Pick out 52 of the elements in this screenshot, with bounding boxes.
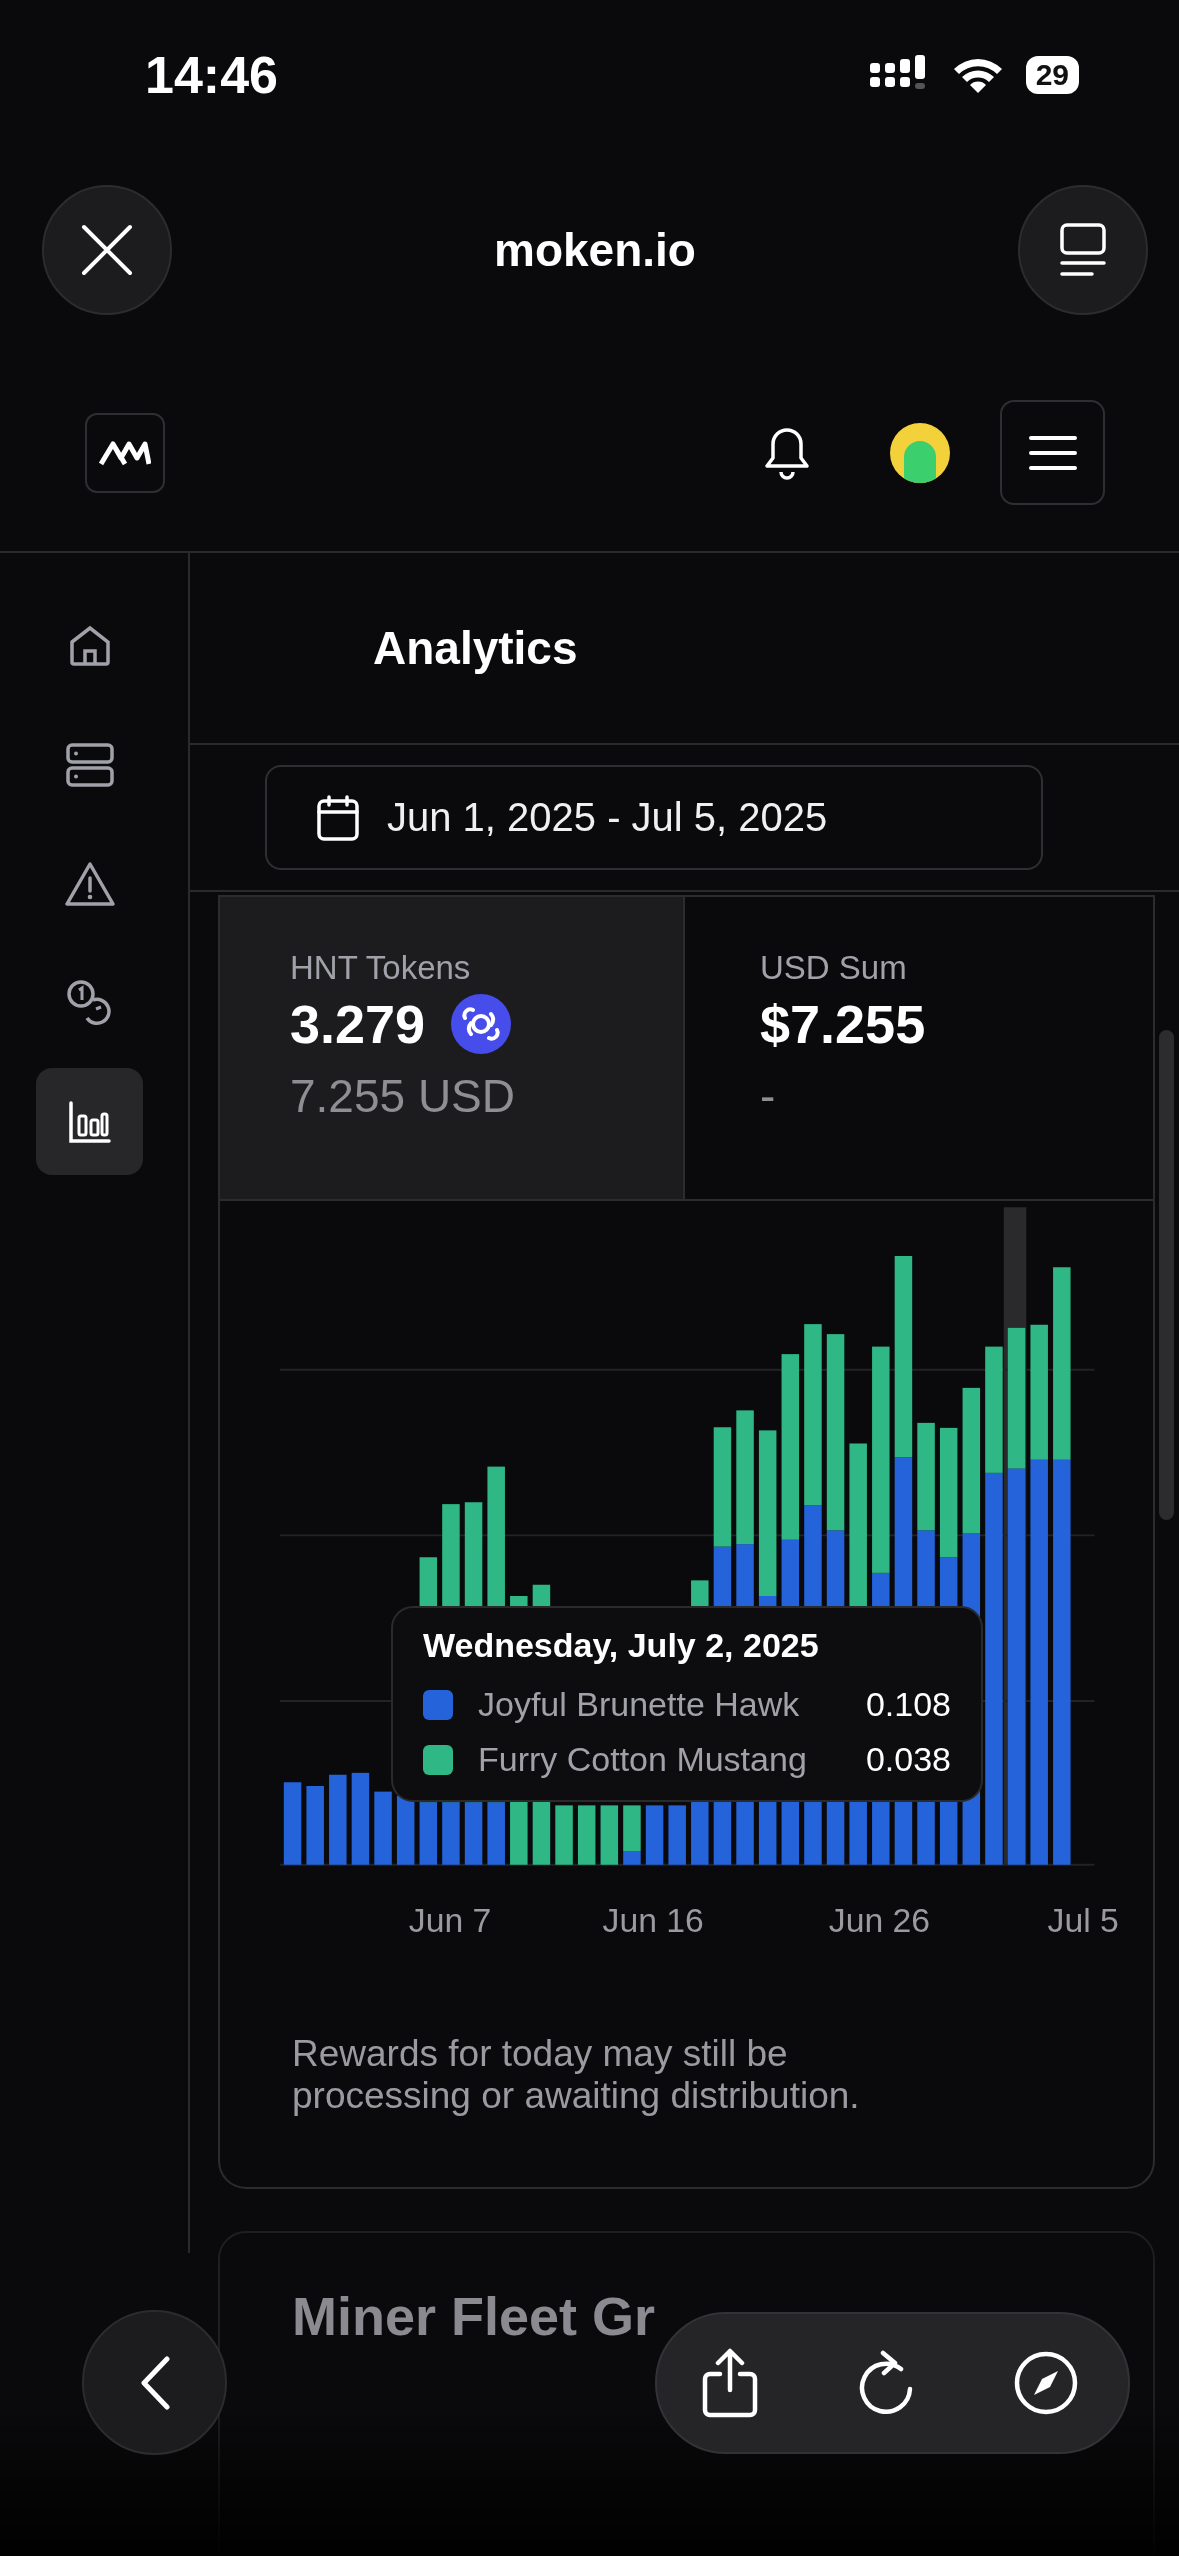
stat-label: HNT Tokens — [290, 949, 472, 987]
bell-icon[interactable] — [764, 425, 810, 480]
share-button[interactable] — [702, 2348, 758, 2418]
warning-icon — [63, 860, 116, 907]
stat-subvalue: 7.255 USD — [290, 1069, 516, 1123]
tooltip-title: Wednesday, July 2, 2025 — [423, 1626, 820, 1665]
stat-value: $7.255 — [760, 993, 926, 1055]
date-range-picker[interactable]: Jun 1, 2025 - Jul 5, 2025 — [265, 765, 1043, 870]
card-title: Miner Fleet Gr — [292, 2285, 657, 2347]
stat-tile[interactable]: HNT Tokens 3.279 7.255 USD — [220, 897, 683, 1199]
bar-chart-icon — [67, 1099, 112, 1144]
series-name: Furry Cotton Mustang — [478, 1740, 807, 1779]
stat-tile[interactable]: USD Sum $7.255 - — [683, 897, 1153, 1199]
server-icon — [64, 740, 115, 789]
menu-icon — [1028, 434, 1077, 471]
rewards-note: Rewards for today may still be processing or awaiting distribution. — [291, 2032, 861, 2118]
compass-button[interactable] — [1014, 2351, 1078, 2415]
page-title: Analytics — [373, 621, 578, 675]
page-icon — [1060, 223, 1106, 277]
stat-value: 3.279 — [290, 993, 426, 1055]
series-value: 0.108 — [865, 1685, 951, 1724]
chart-bar — [645, 1805, 664, 1865]
date-range-value: Jun 1, 2025 - Jul 5, 2025 — [387, 795, 828, 840]
chart-bar — [555, 1805, 573, 1865]
axis-label: Jun 7 — [408, 1901, 492, 1940]
close-icon — [81, 224, 133, 276]
sidebar-item[interactable] — [36, 1068, 143, 1175]
reload-button[interactable] — [857, 2349, 915, 2417]
token-icon — [451, 994, 512, 1054]
axis-label: Jun 26 — [828, 1901, 931, 1940]
chart-bar — [577, 1805, 596, 1865]
stat-subvalue: - — [760, 1069, 777, 1123]
reload-icon — [857, 2349, 915, 2417]
site-title: moken.io — [494, 223, 696, 277]
stat-label: USD Sum — [760, 949, 908, 987]
compass-icon — [1014, 2351, 1078, 2415]
app-logo[interactable] — [85, 412, 165, 493]
chart-bar — [668, 1805, 686, 1865]
series-name: Joyful Brunette Hawk — [478, 1685, 800, 1724]
battery-level: 29 — [1025, 56, 1079, 94]
chevron-left-icon — [139, 2355, 170, 2410]
chart-bar — [600, 1805, 619, 1865]
status-time: 14:46 — [145, 45, 279, 105]
menu-button[interactable] — [1000, 400, 1105, 505]
axis-label: Jul 5 — [1047, 1901, 1119, 1940]
scrollbar[interactable] — [1159, 1030, 1174, 1520]
chart-bar — [623, 1805, 641, 1865]
series-value: 0.038 — [865, 1740, 951, 1779]
axis-label: Jun 16 — [602, 1901, 704, 1940]
share-icon — [702, 2348, 758, 2418]
calendar-icon — [317, 794, 359, 841]
chart-bar — [396, 1796, 415, 1865]
